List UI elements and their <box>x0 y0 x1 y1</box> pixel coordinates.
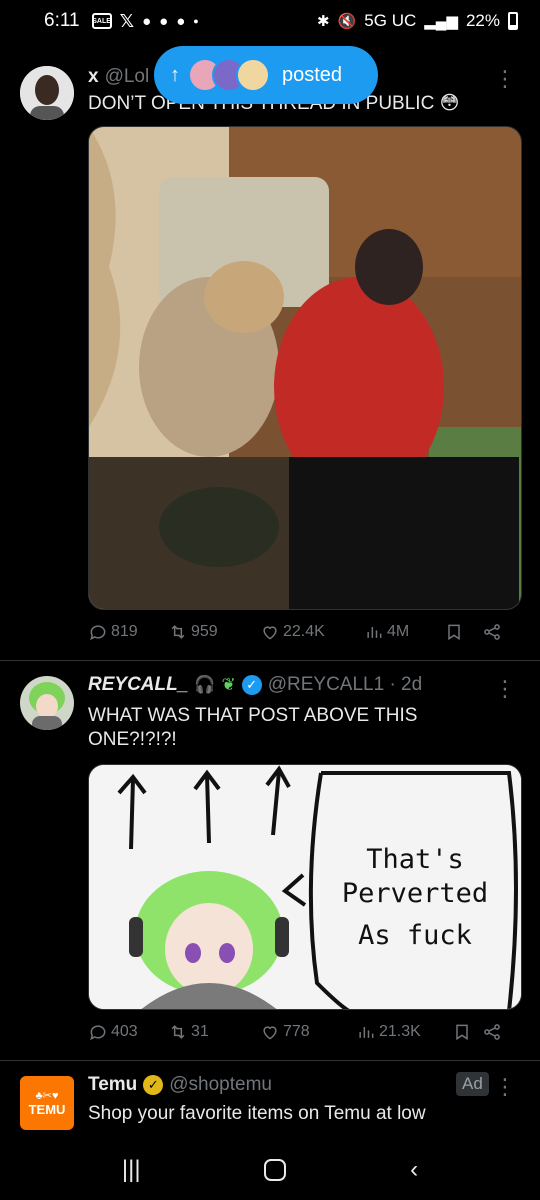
ad-text: Shop your favorite items on Temu at low <box>88 1103 426 1124</box>
android-nav-bar: ||| ‹ <box>0 1140 540 1200</box>
tweet[interactable]: x @Lol ⋮ DON’T OPEN THIS THREAD IN PUBLI… <box>0 62 540 662</box>
share-button[interactable] <box>482 622 502 642</box>
reddit-icon: ● <box>142 12 152 30</box>
x-app-icon: 𝕏 <box>119 11 135 31</box>
network-label: 5G UC <box>364 11 417 30</box>
battery-label: 22% <box>465 11 500 30</box>
headphones-icon: 🎧 <box>194 675 216 694</box>
views-icon <box>367 627 382 638</box>
repost-button[interactable]: 959 <box>168 622 260 642</box>
recent-apps-icon[interactable]: ||| <box>122 1156 141 1184</box>
bookmark-button[interactable] <box>444 622 482 642</box>
back-icon[interactable]: ‹ <box>410 1156 418 1184</box>
share-button[interactable] <box>482 1022 502 1042</box>
sale-app-icon: SALE <box>91 13 112 29</box>
ad-tweet[interactable]: ♣✂♥ TEMU Temu ✓ @shoptemu Ad ⋮ Shop your… <box>0 1072 540 1138</box>
display-name[interactable]: x <box>88 66 99 88</box>
tweet-image[interactable] <box>88 126 522 610</box>
share-icon <box>484 624 500 640</box>
repost-button[interactable]: 31 <box>168 1022 260 1042</box>
reply-count: 819 <box>111 623 138 640</box>
tweet[interactable]: REYCALL_ 🎧 ❦ ✓ @REYCALL1 · 2d ⋮ WHAT WAS… <box>0 674 540 1060</box>
repost-count: 31 <box>191 1023 209 1040</box>
reply-icon <box>90 625 106 641</box>
display-name[interactable]: Temu <box>88 1074 137 1096</box>
heart-icon <box>263 626 277 640</box>
display-name[interactable]: REYCALL_ <box>88 674 188 696</box>
views-button[interactable]: 4M <box>364 622 444 642</box>
leaf-icon: ❦ <box>221 675 236 694</box>
status-time: 6:11 <box>44 10 80 31</box>
ad-badge: Ad <box>456 1072 489 1096</box>
avatar[interactable] <box>20 676 74 730</box>
views-button[interactable]: 21.3K <box>356 1022 452 1042</box>
views-count: 21.3K <box>379 1023 421 1040</box>
posted-label: posted <box>282 63 343 86</box>
like-button[interactable]: 22.4K <box>260 622 364 642</box>
bookmark-button[interactable] <box>452 1022 482 1042</box>
divider <box>0 1060 540 1061</box>
bookmark-icon <box>456 1024 468 1041</box>
meme-line: As fuck <box>358 920 472 951</box>
status-bar: 6:11 SALE 𝕏 ● ● ● ● ✱ 🔇 5G UC ▂▄▆ 22% <box>0 0 540 42</box>
new-posts-pill[interactable]: ↑ posted <box>154 46 378 104</box>
views-icon <box>359 1027 374 1038</box>
meme-speech-text: That's Perverted As fuck <box>325 843 505 953</box>
avatar[interactable] <box>20 66 74 120</box>
like-count: 778 <box>283 1023 310 1040</box>
tweet-image[interactable]: That's Perverted As fuck <box>88 764 522 1010</box>
repost-icon <box>171 1025 185 1039</box>
reply-button[interactable]: 403 <box>88 1022 168 1042</box>
home-icon[interactable] <box>264 1159 287 1181</box>
temu-logo-icons: ♣✂♥ <box>35 1090 59 1102</box>
like-button[interactable]: 778 <box>260 1022 356 1042</box>
more-options-icon[interactable]: ⋮ <box>494 678 516 700</box>
reply-button[interactable]: 819 <box>88 622 168 642</box>
tweet-text: WHAT WAS THAT POST ABOVE THIS ONE?!?!?! <box>88 705 418 750</box>
arrow-up-icon: ↑ <box>170 63 180 86</box>
reddit-icon: ● <box>176 12 186 30</box>
verified-badge-icon: ✓ <box>241 675 262 695</box>
views-count: 4M <box>387 623 410 640</box>
handle[interactable]: @shoptemu <box>169 1074 272 1096</box>
more-options-icon[interactable]: ⋮ <box>494 68 516 90</box>
more-notifications-icon: ● <box>193 15 199 26</box>
share-icon <box>484 1024 500 1040</box>
bluetooth-icon: ✱ <box>317 12 330 30</box>
handle[interactable]: @Lol <box>105 66 150 88</box>
heart-icon <box>263 1026 277 1040</box>
reply-count: 403 <box>111 1023 138 1040</box>
divider <box>0 660 540 661</box>
reply-icon <box>90 1025 106 1041</box>
like-count: 22.4K <box>283 623 325 640</box>
signal-icon: ▂▄▆ <box>424 12 458 30</box>
repost-icon <box>171 625 185 639</box>
more-options-icon[interactable]: ⋮ <box>494 1076 516 1098</box>
avatar <box>236 58 270 92</box>
verified-gold-badge-icon: ✓ <box>143 1075 164 1095</box>
repost-count: 959 <box>191 623 218 640</box>
temu-logo[interactable]: ♣✂♥ TEMU <box>20 1076 74 1130</box>
handle[interactable]: @REYCALL1 · 2d <box>268 674 422 696</box>
meme-line: Perverted <box>341 878 489 909</box>
reddit-icon: ● <box>159 12 169 30</box>
meme-line: That's <box>366 844 464 875</box>
bookmark-icon <box>448 624 460 641</box>
temu-logo-text: TEMU <box>28 1102 66 1117</box>
mute-icon: 🔇 <box>337 12 357 30</box>
battery-icon <box>508 12 518 30</box>
